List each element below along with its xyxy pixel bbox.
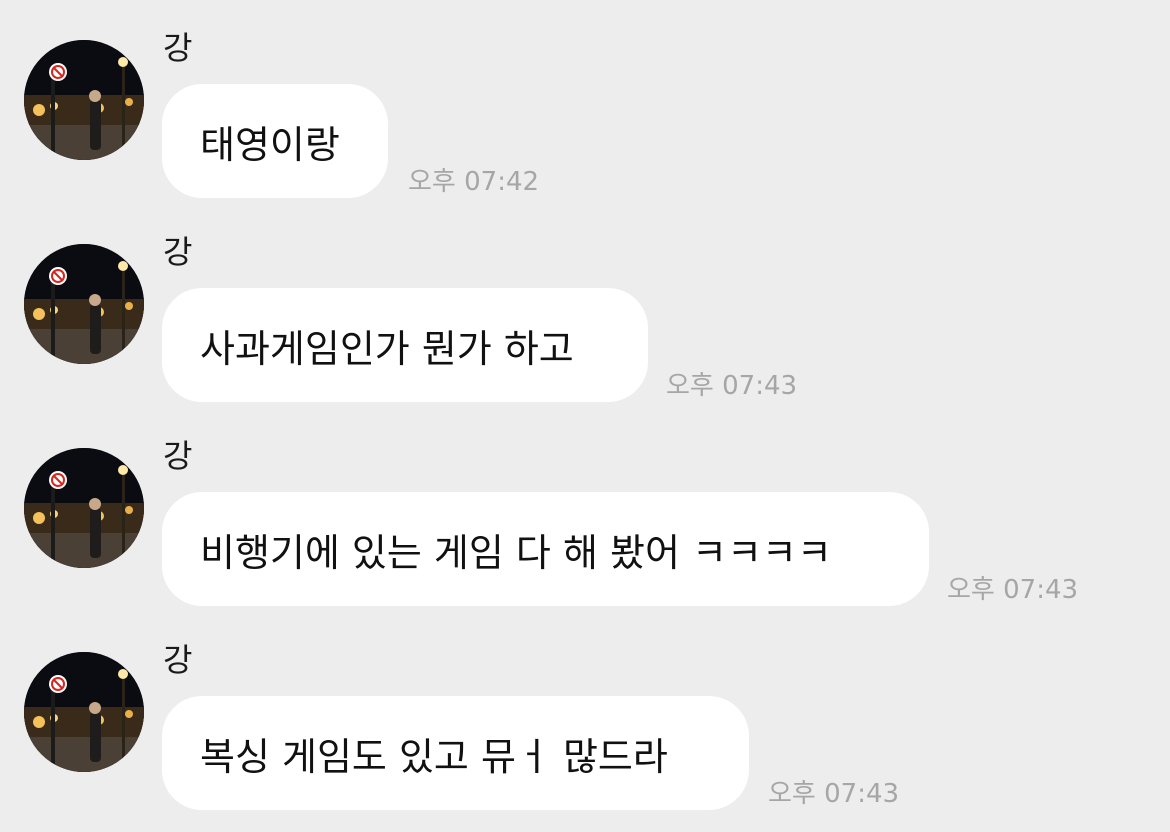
avatar[interactable] xyxy=(24,244,144,364)
message-timestamp: 오후 07:43 xyxy=(947,575,1079,605)
avatar-photo-icon xyxy=(24,40,144,160)
avatar-photo-icon xyxy=(24,448,144,568)
message-timestamp: 오후 07:43 xyxy=(768,779,900,809)
chat-message: 강 복싱 게임도 있고 뮤ㅓ 많드라 오후 07:43 xyxy=(0,612,1170,816)
message-text: 비행기에 있는 게임 다 해 봤어 ㅋㅋㅋㅋ xyxy=(200,530,832,575)
message-bubble[interactable]: 복싱 게임도 있고 뮤ㅓ 많드라 xyxy=(162,696,749,810)
message-timestamp: 오후 07:42 xyxy=(408,167,540,197)
chat-message: 강 태영이랑 오후 07:42 xyxy=(0,0,1170,204)
avatar[interactable] xyxy=(24,448,144,568)
message-bubble[interactable]: 비행기에 있는 게임 다 해 봤어 ㅋㅋㅋㅋ xyxy=(162,492,929,606)
chat-message: 강 비행기에 있는 게임 다 해 봤어 ㅋㅋㅋㅋ 오후 07:43 xyxy=(0,408,1170,612)
message-bubble[interactable]: 태영이랑 xyxy=(162,84,388,198)
sender-name: 강 xyxy=(163,437,193,475)
message-text: 태영이랑 xyxy=(200,122,340,167)
sender-name: 강 xyxy=(163,29,193,67)
avatar-photo-icon xyxy=(24,652,144,772)
sender-name: 강 xyxy=(163,641,193,679)
avatar-photo-icon xyxy=(24,244,144,364)
message-text: 사과게임인가 뭔가 하고 xyxy=(200,326,574,371)
sender-name: 강 xyxy=(163,233,193,271)
message-bubble[interactable]: 사과게임인가 뭔가 하고 xyxy=(162,288,648,402)
avatar[interactable] xyxy=(24,652,144,772)
avatar[interactable] xyxy=(24,40,144,160)
message-text: 복싱 게임도 있고 뮤ㅓ 많드라 xyxy=(200,734,668,779)
chat-message: 강 사과게임인가 뭔가 하고 오후 07:43 xyxy=(0,204,1170,408)
message-timestamp: 오후 07:43 xyxy=(666,371,798,401)
